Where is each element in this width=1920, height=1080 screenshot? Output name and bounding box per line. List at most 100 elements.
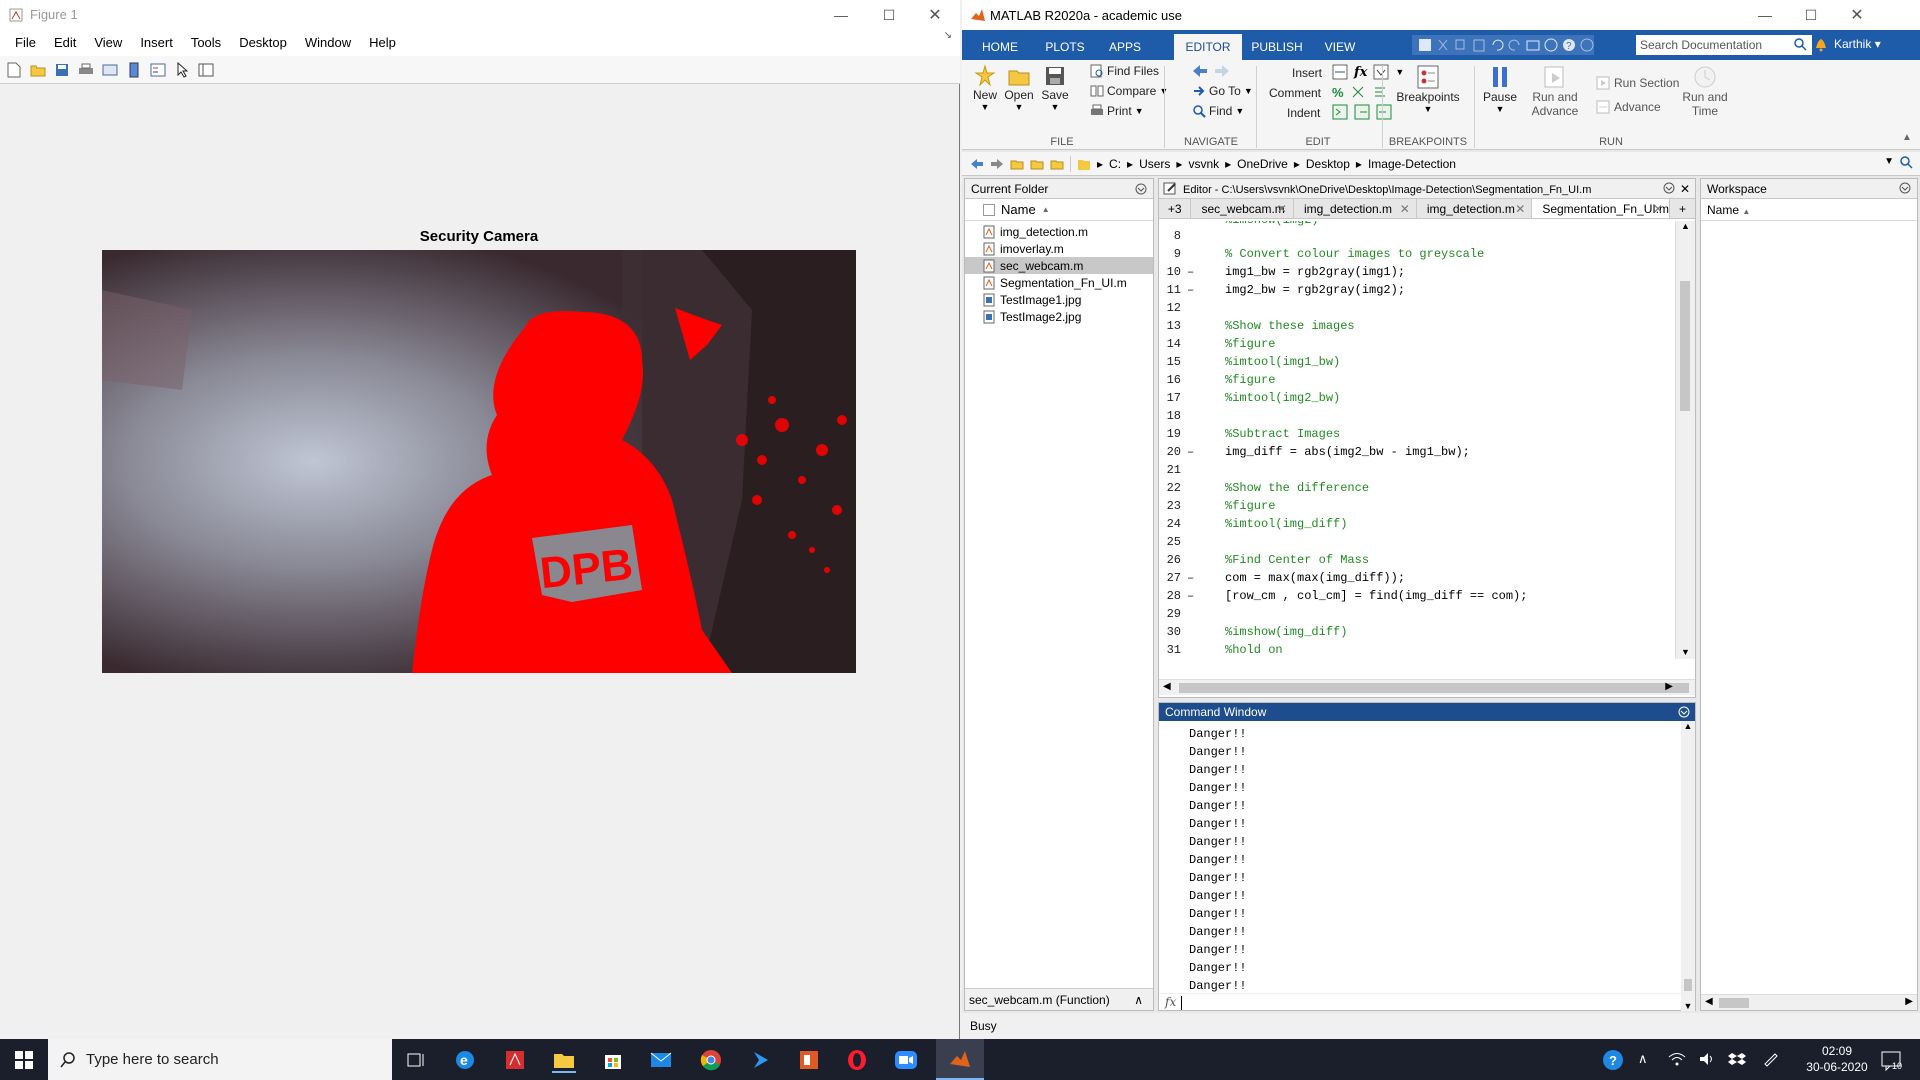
- matlab-taskbar-icon[interactable]: [936, 1039, 984, 1080]
- smart-indent-icon[interactable]: [1332, 104, 1348, 120]
- nav-back-icon[interactable]: [970, 158, 984, 170]
- notification-center-icon[interactable]: 10: [1880, 1049, 1902, 1071]
- code-area[interactable]: %imshow(img2) 89% Convert colour images …: [1159, 221, 1675, 659]
- code-line[interactable]: 30 %imshow(img_diff): [1159, 623, 1675, 641]
- mail-icon[interactable]: [650, 1050, 672, 1070]
- notification-bell-icon[interactable]: [1814, 36, 1828, 52]
- print-icon[interactable]: [76, 60, 96, 80]
- breakpoint-dash[interactable]: –: [1187, 263, 1194, 281]
- scroll-down-icon[interactable]: ▼: [1676, 647, 1695, 659]
- list-item-selected[interactable]: sec_webcam.m: [965, 257, 1153, 274]
- qa-community-icon[interactable]: [1544, 38, 1558, 52]
- path-search-icon[interactable]: [1900, 156, 1914, 170]
- breakpoint-dash[interactable]: –: [1187, 569, 1194, 587]
- code-line[interactable]: 13 %Show these images: [1159, 317, 1675, 335]
- opera-browser-icon[interactable]: [846, 1049, 868, 1071]
- run-and-advance-button[interactable]: Run and Advance: [1522, 64, 1588, 118]
- breakpoint-dash[interactable]: –: [1187, 443, 1194, 461]
- command-prompt[interactable]: fx: [1159, 993, 1681, 1011]
- tab-img-detection-2[interactable]: img_detection.m ✕: [1415, 199, 1531, 218]
- chrome-icon[interactable]: [700, 1049, 722, 1071]
- acrobat-reader-icon[interactable]: [504, 1049, 526, 1071]
- workspace-horizontal-scrollbar[interactable]: ◀ ▶: [1701, 994, 1917, 1010]
- qa-copy-icon[interactable]: [1454, 38, 1468, 52]
- breakpoint-dash[interactable]: –: [1187, 281, 1194, 299]
- menu-edit[interactable]: Edit: [45, 30, 85, 56]
- scroll-down-icon[interactable]: ▼: [1681, 1001, 1695, 1011]
- save-button[interactable]: Save ▼: [1038, 64, 1072, 112]
- scroll-left-icon[interactable]: ◀: [1163, 681, 1171, 692]
- code-line[interactable]: 9 % Convert colour images to greyscale: [1159, 245, 1675, 263]
- breakpoints-button[interactable]: Breakpoints ▼: [1388, 64, 1468, 114]
- office-app-icon[interactable]: [798, 1049, 820, 1071]
- minimize-button[interactable]: —: [818, 0, 864, 30]
- menu-help[interactable]: Help: [360, 30, 405, 56]
- tab-segmentation-fn-ui[interactable]: Segmentation_Fn_UI.m ✕: [1531, 199, 1670, 218]
- visual-studio-icon[interactable]: [750, 1049, 772, 1071]
- code-line[interactable]: 20– img_diff = abs(img2_bw - img1_bw);: [1159, 443, 1675, 461]
- forward-arrow-icon[interactable]: [1214, 64, 1230, 78]
- tab-apps[interactable]: APPS: [1098, 34, 1152, 60]
- path-segment-c[interactable]: C:: [1109, 157, 1121, 171]
- editor-close-icon[interactable]: ✕: [1680, 179, 1690, 199]
- start-button[interactable]: [0, 1039, 48, 1080]
- menu-window[interactable]: Window: [296, 30, 360, 56]
- code-line[interactable]: 8: [1159, 227, 1675, 245]
- code-line[interactable]: 23 %figure: [1159, 497, 1675, 515]
- qa-undo-icon[interactable]: [1490, 38, 1504, 52]
- command-window-actions-icon[interactable]: [1678, 706, 1690, 718]
- code-line[interactable]: 31 %hold on: [1159, 641, 1675, 659]
- taskbar-clock[interactable]: 02:09 30-06-2020: [1800, 1043, 1874, 1075]
- qa-options-icon[interactable]: [1580, 38, 1594, 52]
- editor-vertical-scrollbar[interactable]: ▲ ▼: [1675, 221, 1695, 659]
- new-figure-icon[interactable]: [4, 60, 24, 80]
- menu-view[interactable]: View: [85, 30, 131, 56]
- qa-help-icon[interactable]: ?: [1562, 38, 1576, 52]
- scroll-right-icon[interactable]: ▶: [1665, 681, 1673, 692]
- code-line[interactable]: 16 %figure: [1159, 371, 1675, 389]
- scroll-thumb[interactable]: [1680, 281, 1690, 411]
- tab-plots[interactable]: PLOTS: [1034, 34, 1096, 60]
- h-scroll-thumb[interactable]: [1179, 683, 1689, 693]
- code-line[interactable]: 25: [1159, 533, 1675, 551]
- h-scroll-thumb[interactable]: [1719, 998, 1749, 1008]
- command-window-scrollbar[interactable]: ▲ ▼: [1681, 721, 1695, 1011]
- nav-forward-icon[interactable]: [990, 158, 1004, 170]
- scroll-up-icon[interactable]: ▲: [1676, 221, 1695, 233]
- scroll-up-icon[interactable]: ▲: [1681, 721, 1695, 731]
- list-item[interactable]: TestImage1.jpg: [965, 291, 1153, 308]
- menu-desktop[interactable]: Desktop: [230, 30, 296, 56]
- list-item[interactable]: Segmentation_Fn_UI.m: [965, 274, 1153, 291]
- nav-up-folder-icon[interactable]: [1010, 158, 1024, 170]
- dock-arrow-icon[interactable]: ↘: [944, 30, 952, 41]
- run-section-button[interactable]: Run Section: [1596, 76, 1679, 90]
- find-files-button[interactable]: Find Files: [1090, 64, 1159, 78]
- code-line[interactable]: 26 %Find Center of Mass: [1159, 551, 1675, 569]
- scroll-thumb[interactable]: [1684, 979, 1692, 991]
- code-line[interactable]: 22 %Show the difference: [1159, 479, 1675, 497]
- folder-column-header[interactable]: Name ▲: [965, 199, 1153, 221]
- code-line[interactable]: 28– [row_cm , col_cm] = find(img_diff == …: [1159, 587, 1675, 605]
- details-panel-toggle[interactable]: sec_webcam.m (Function) ∧: [965, 988, 1153, 1010]
- tab-sec-webcam[interactable]: sec_webcam.m ✕: [1190, 199, 1293, 218]
- code-line[interactable]: 11– img2_bw = rgb2gray(img2);: [1159, 281, 1675, 299]
- code-line[interactable]: 21: [1159, 461, 1675, 479]
- task-view-icon[interactable]: [406, 1050, 426, 1070]
- code-line[interactable]: 27– com = max(max(img_diff));: [1159, 569, 1675, 587]
- close-button[interactable]: ✕: [912, 0, 958, 30]
- edit-plot-arrow-icon[interactable]: [172, 60, 192, 80]
- editor-horizontal-scrollbar[interactable]: ◀ ▶: [1159, 679, 1695, 695]
- insert-legend-icon[interactable]: [148, 60, 168, 80]
- tab-view[interactable]: VIEW: [1312, 34, 1368, 60]
- tab-img-detection-1[interactable]: img_detection.m ✕: [1292, 199, 1416, 219]
- compare-button[interactable]: Compare ▼: [1090, 84, 1168, 98]
- scroll-left-icon[interactable]: ◀: [1705, 996, 1713, 1007]
- code-line[interactable]: 12: [1159, 299, 1675, 317]
- comment-label[interactable]: Comment: [1269, 86, 1321, 100]
- list-item[interactable]: imoverlay.m: [965, 240, 1153, 257]
- run-and-time-button[interactable]: Run and Time: [1674, 64, 1736, 118]
- go-to-button[interactable]: Go To ▼: [1192, 84, 1253, 98]
- matlab-minimize-button[interactable]: —: [1742, 0, 1788, 30]
- tab-close-icon[interactable]: ✕: [1400, 199, 1410, 219]
- list-item[interactable]: img_detection.m: [965, 223, 1153, 240]
